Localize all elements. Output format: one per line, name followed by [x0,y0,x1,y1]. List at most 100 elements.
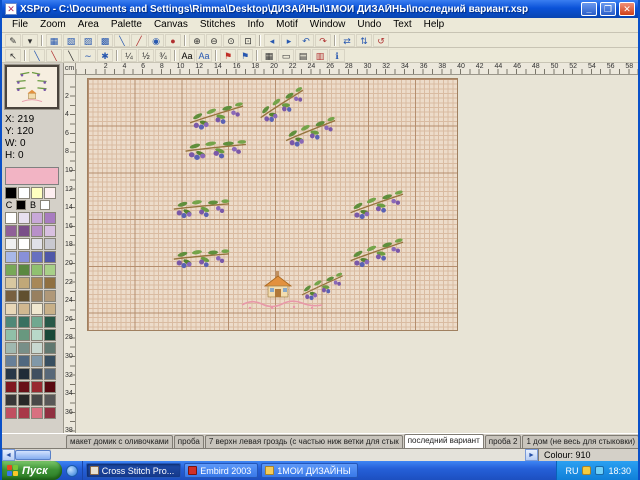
palette-colour-swatch[interactable] [5,355,17,367]
palette-colour-swatch[interactable] [44,407,56,419]
palette-colour-swatch[interactable] [5,407,17,419]
zoom-fit-icon[interactable]: ⊡ [240,34,256,47]
three-quarter-stitch-icon[interactable]: ▩ [97,34,113,47]
backstitch-icon[interactable]: ╲ [114,34,130,47]
zoom-1to1-icon[interactable]: ⊙ [223,34,239,47]
taskbar-task[interactable]: 1МОИ ДИЗАЙНЫ [261,463,357,478]
palette-colour-swatch[interactable] [44,264,56,276]
palette-colour-swatch[interactable] [5,329,17,341]
palette-icon[interactable]: ▥ [312,49,328,62]
quick-colour-swatch[interactable] [18,187,30,199]
backstitch-medium-icon[interactable]: ╲ [46,49,62,62]
palette-colour-swatch[interactable] [18,381,30,393]
menu-motif[interactable]: Motif [270,18,304,32]
design-tab[interactable]: проба 2 [485,435,522,448]
palette-colour-swatch[interactable] [18,277,30,289]
palette-colour-swatch[interactable] [44,277,56,289]
palette-colour-swatch[interactable] [5,264,17,276]
zoom-out-icon[interactable]: ⊖ [206,34,222,47]
palette-colour-swatch[interactable] [44,381,56,393]
palette-colour-swatch[interactable] [44,290,56,302]
palette-colour-swatch[interactable] [5,290,17,302]
hscroll-thumb[interactable] [15,450,51,460]
palette-colour-swatch[interactable] [18,407,30,419]
text-tool-icon[interactable]: Aa [179,49,195,62]
design-canvas[interactable] [76,75,638,433]
flag-blue-icon[interactable]: ⚑ [237,49,253,62]
quarter-stitch-icon[interactable]: ▨ [80,34,96,47]
mirror-horizontal-icon[interactable]: ⇄ [339,34,355,47]
taskbar-task[interactable]: Cross Stitch Pro... [86,463,182,478]
branch-motif[interactable] [173,242,230,274]
palette-colour-swatch[interactable] [18,212,30,224]
curve-stitch-icon[interactable]: ∼ [80,49,96,62]
branch-motif[interactable] [299,272,346,302]
half-fraction-icon[interactable]: ½ [138,49,154,62]
design-tab[interactable]: макет домик с оливочками [66,435,173,448]
palette-colour-swatch[interactable] [31,368,43,380]
palette-colour-swatch[interactable] [18,290,30,302]
palette-colour-swatch[interactable] [44,316,56,328]
design-preview-thumbnail[interactable] [5,65,59,109]
palette-colour-swatch[interactable] [5,381,17,393]
palette-mode-swatch[interactable] [40,200,50,210]
palette-colour-swatch[interactable] [5,316,17,328]
text-colour-icon[interactable]: Aa [196,49,212,62]
full-stitch-icon[interactable]: ▦ [46,34,62,47]
palette-colour-swatch[interactable] [31,225,43,237]
knot-stitch-icon[interactable]: ✱ [97,49,113,62]
palette-colour-swatch[interactable] [31,212,43,224]
language-indicator[interactable]: RU [565,466,578,476]
palette-colour-swatch[interactable] [44,342,56,354]
palette-colour-swatch[interactable] [31,290,43,302]
branch-motif[interactable] [349,238,406,269]
branch-motif[interactable] [185,134,247,165]
hscroll-left-button[interactable]: ◄ [2,449,15,461]
current-colour-swatch[interactable] [5,167,59,185]
palette-colour-swatch[interactable] [18,342,30,354]
redo-icon[interactable]: ↷ [315,34,331,47]
branch-motif[interactable] [173,192,230,224]
palette-colour-swatch[interactable] [5,368,17,380]
quick-launch-icon[interactable] [66,465,78,477]
maximize-button[interactable]: ❐ [600,2,616,16]
half-stitch-icon[interactable]: ▧ [63,34,79,47]
branch-motif[interactable] [349,190,406,221]
palette-colour-swatch[interactable] [31,264,43,276]
design-tab[interactable]: последний вариант [404,434,484,448]
palette-colour-swatch[interactable] [5,342,17,354]
palette-colour-swatch[interactable] [18,225,30,237]
backstitch-thick-icon[interactable]: ╲ [63,49,79,62]
house-motif[interactable] [265,271,291,297]
palette-colour-swatch[interactable] [44,303,56,315]
quick-colour-swatch[interactable] [44,187,56,199]
palette-colour-swatch[interactable] [5,212,17,224]
palette-colour-swatch[interactable] [31,251,43,263]
palette-colour-swatch[interactable] [31,407,43,419]
palette-colour-swatch[interactable] [18,329,30,341]
scroll-right-icon[interactable]: ▸ [281,34,297,47]
palette-colour-swatch[interactable] [44,355,56,367]
taskbar-task[interactable]: Embird 2003 [184,463,258,478]
zoom-in-icon[interactable]: ⊕ [189,34,205,47]
menu-info[interactable]: Info [241,18,270,32]
flag-red-icon[interactable]: ⚑ [220,49,236,62]
palette-colour-swatch[interactable] [5,394,17,406]
palette-colour-swatch[interactable] [18,355,30,367]
hscroll-track[interactable] [51,449,525,461]
rotate-icon[interactable]: ↺ [373,34,389,47]
minimize-button[interactable]: _ [581,2,597,16]
branch-motif[interactable] [255,86,309,125]
palette-colour-swatch[interactable] [44,394,56,406]
menu-undo[interactable]: Undo [351,18,387,32]
palette-colour-swatch[interactable] [18,368,30,380]
palette-colour-swatch[interactable] [44,329,56,341]
palette-colour-swatch[interactable] [5,238,17,250]
longstitch-icon[interactable]: ╱ [131,34,147,47]
ruler-toggle-icon[interactable]: ▭ [278,49,294,62]
palette-colour-swatch[interactable] [5,225,17,237]
palette-colour-swatch[interactable] [18,238,30,250]
select-arrow-icon[interactable]: ↖ [5,49,21,62]
menu-canvas[interactable]: Canvas [148,18,194,32]
backstitch-thin-icon[interactable]: ╲ [29,49,45,62]
